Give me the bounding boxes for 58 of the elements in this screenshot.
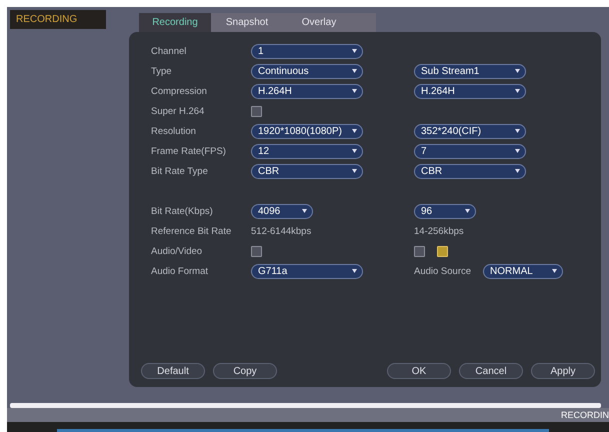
dropdown[interactable]: NORMAL — [483, 264, 564, 278]
dropdown[interactable]: 1 — [251, 44, 363, 58]
action-button[interactable]: Copy — [213, 363, 277, 379]
value-text: 14-256kbps — [414, 226, 464, 236]
caret-icon — [515, 149, 520, 153]
field-label: Compression — [151, 86, 208, 96]
field-label: Audio Format — [151, 266, 210, 276]
field-label: Bit Rate Type — [151, 166, 209, 176]
caret-icon — [465, 209, 470, 213]
action-button[interactable]: Default — [141, 363, 205, 379]
field-label: Resolution — [151, 126, 197, 136]
dropdown[interactable]: 1920*1080(1080P) — [251, 124, 363, 138]
caret-icon — [552, 269, 558, 273]
dropdown[interactable]: Sub Stream1 — [414, 64, 526, 78]
status-text: RECORDIN — [7, 408, 609, 422]
value-text: 512-6144kbps — [251, 226, 312, 236]
caret-icon — [352, 169, 357, 173]
caret-icon — [352, 69, 357, 73]
field-label: Audio Source — [414, 266, 472, 276]
dropdown[interactable]: Continuous — [251, 64, 363, 78]
field-label: Bit Rate(Kbps) — [151, 206, 214, 216]
field-label: Frame Rate(FPS) — [151, 146, 227, 156]
checkbox[interactable] — [414, 246, 425, 256]
caret-icon — [352, 269, 357, 273]
checkbox[interactable] — [251, 106, 262, 116]
caret-icon — [352, 149, 357, 153]
dropdown[interactable]: 96 — [414, 204, 476, 218]
dropdown[interactable]: H.264H — [414, 84, 526, 98]
checkbox[interactable] — [437, 246, 448, 256]
action-button[interactable]: Cancel — [459, 363, 523, 379]
caret-icon — [515, 69, 520, 73]
tab[interactable]: Snapshot — [211, 13, 283, 32]
action-button[interactable]: OK — [387, 363, 451, 379]
dropdown[interactable]: 12 — [251, 144, 363, 158]
dropdown[interactable]: H.264H — [251, 84, 363, 98]
field-label: Channel — [151, 46, 188, 56]
dropdown[interactable]: 4096 — [251, 204, 313, 218]
field-label: Audio/Video — [151, 246, 204, 256]
caret-icon — [302, 209, 307, 213]
tab[interactable]: Recording — [139, 13, 211, 32]
caret-icon — [515, 169, 520, 173]
caret-icon — [352, 129, 357, 133]
field-label: Type — [151, 66, 173, 76]
dropdown[interactable]: CBR — [414, 164, 526, 178]
action-button[interactable]: Apply — [531, 363, 595, 379]
caret-icon — [352, 89, 357, 93]
dropdown[interactable]: 7 — [414, 144, 526, 158]
field-label: Reference Bit Rate — [151, 226, 232, 236]
dropdown[interactable]: CBR — [251, 164, 363, 178]
dropdown[interactable]: 352*240(CIF) — [414, 124, 526, 138]
caret-icon — [515, 89, 520, 93]
caret-icon — [352, 49, 357, 53]
caret-icon — [515, 129, 520, 133]
checkbox[interactable] — [251, 246, 262, 256]
dropdown[interactable]: G711a — [251, 264, 363, 278]
section-title: RECORDING — [10, 10, 106, 29]
tab[interactable]: Overlay — [283, 13, 355, 32]
field-label: Super H.264 — [151, 106, 206, 116]
